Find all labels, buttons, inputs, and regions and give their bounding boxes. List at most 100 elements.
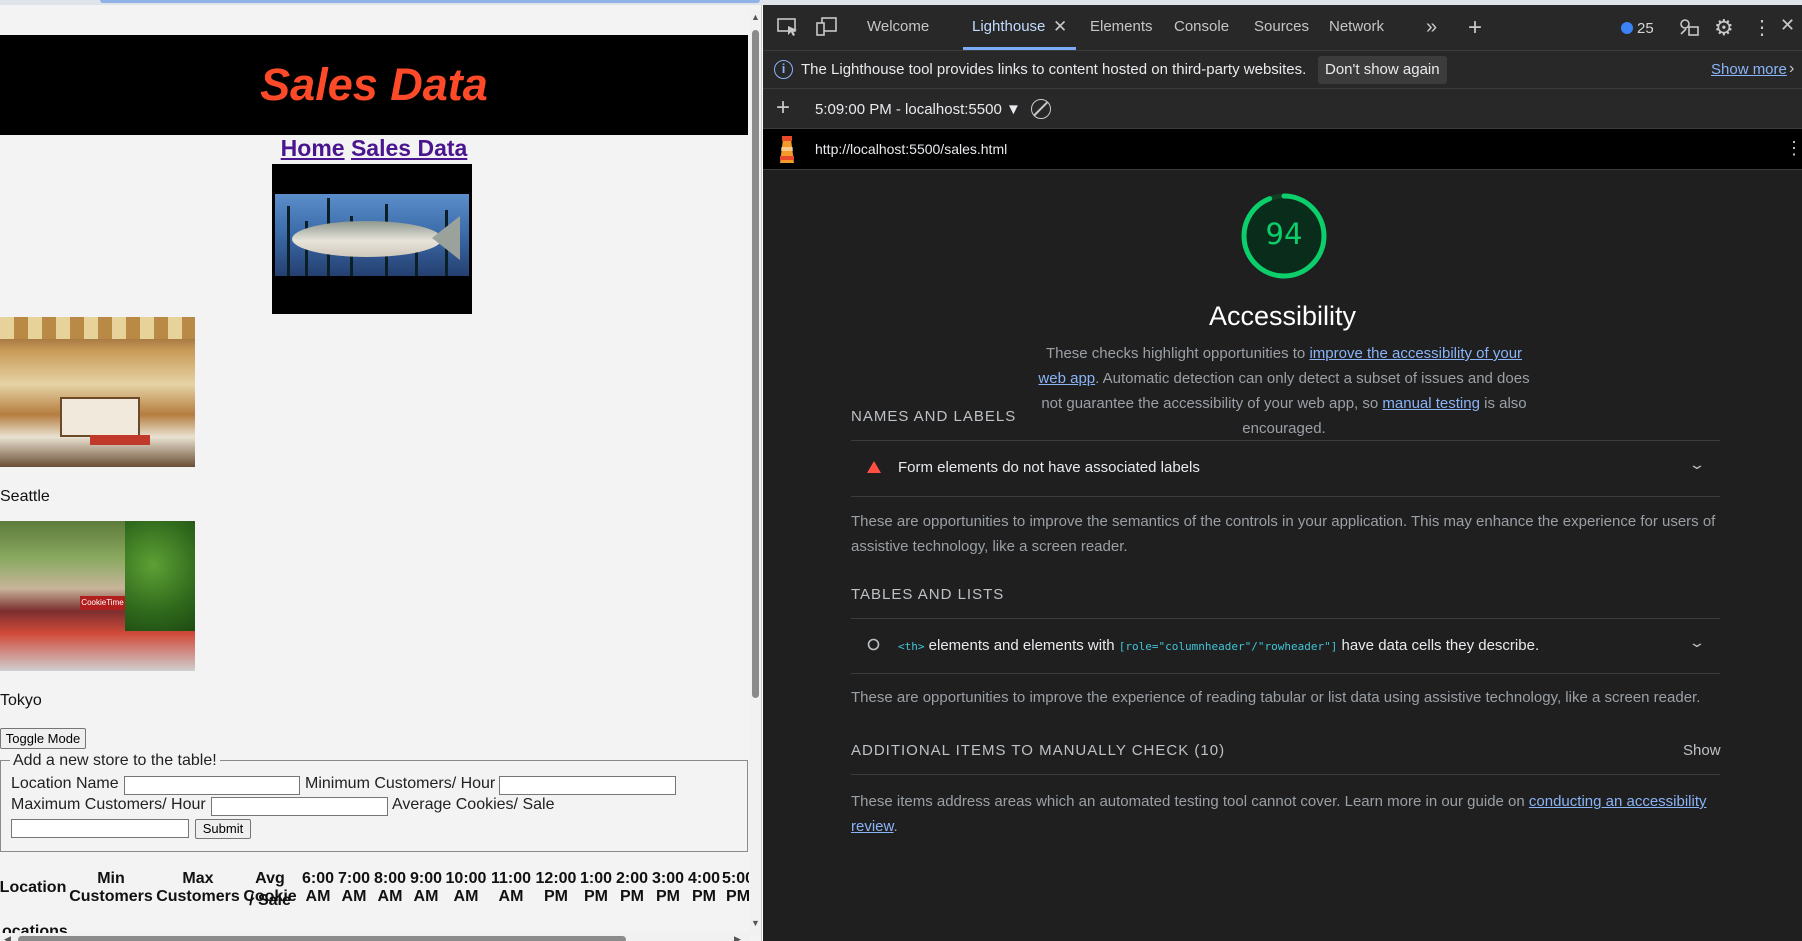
customize-icon[interactable] (1678, 17, 1700, 42)
table-header-cell: 8:00 AM (373, 870, 407, 905)
scroll-right-icon[interactable]: ▶ (734, 934, 741, 941)
report-menu-icon[interactable]: ⋮ (1785, 138, 1802, 159)
group-description: These items address areas which an autom… (851, 793, 1707, 835)
table-header-cell-line2: / Sale (249, 892, 291, 909)
category-title: Accessibility (1208, 301, 1357, 331)
fail-triangle-icon (867, 461, 881, 473)
tab-welcome[interactable]: Welcome (867, 18, 929, 35)
horizontal-scrollbar[interactable]: ◀ ▶ (0, 933, 749, 941)
report-url-bar: http://localhost:5500/sales.html ⋮ (763, 129, 1802, 170)
chevron-down-icon[interactable]: ⌄ (1688, 456, 1706, 473)
report-select[interactable]: 5:09:00 PM - localhost:5500 ▼ (815, 101, 1021, 118)
devtools-panel: Welcome Lighthouse ✕ Elements Console So… (763, 5, 1802, 941)
submit-button[interactable]: Submit (195, 819, 251, 839)
dont-show-again-button[interactable]: Don't show again (1318, 56, 1447, 84)
group-title-tables-lists: TABLES AND LISTS (851, 586, 1005, 603)
lighthouse-report: 94 Accessibility These checks highlight … (763, 170, 1802, 941)
table-header-cell: 9:00 AM (409, 870, 443, 905)
store-awning (0, 317, 195, 339)
close-tab-icon[interactable]: ✕ (1053, 17, 1067, 37)
tab-indicator (100, 0, 760, 3)
audit-form-labels[interactable]: Form elements do not have associated lab… (851, 440, 1720, 496)
nav-sales-link[interactable]: Sales Data (351, 135, 467, 161)
salmon-image (272, 164, 472, 314)
table-header-cell: 11:00 AM (490, 870, 532, 905)
store-sign: CookieTime (80, 596, 125, 610)
lighthouse-logo-icon (780, 136, 794, 163)
scrollbar-thumb[interactable] (18, 936, 626, 941)
display-case (60, 397, 140, 437)
scroll-down-icon[interactable]: ▼ (751, 918, 760, 928)
more-tabs-icon[interactable]: » (1426, 16, 1437, 39)
avg-cookies-label: Average Cookies/ Sale (392, 796, 555, 813)
seattle-store-image (0, 317, 195, 467)
table-header-cell: 3:00 PM (651, 870, 685, 905)
site-nav: Home Sales Data (0, 135, 748, 162)
show-more-link[interactable]: Show more (1711, 61, 1787, 78)
scrollbar-thumb[interactable] (752, 30, 759, 698)
table-row-partial: ocations (2, 923, 68, 933)
audit-title: Form elements do not have associated lab… (898, 459, 1200, 476)
inspect-element-icon[interactable] (777, 17, 799, 42)
reed (287, 206, 290, 276)
table-header-cell: 4:00 PM (687, 870, 721, 905)
report-select-value: 5:09:00 PM - localhost:5500 (815, 101, 1002, 118)
score-value: 94 (1265, 217, 1303, 251)
tree (125, 521, 195, 631)
toggle-mode-button[interactable]: Toggle Mode (0, 728, 86, 749)
min-customers-input[interactable] (499, 776, 676, 795)
info-icon: i (774, 60, 793, 79)
store-caption-seattle: Seattle (0, 488, 50, 505)
tab-lighthouse[interactable]: Lighthouse (972, 18, 1045, 35)
tokyo-store-image: CookieTime (0, 521, 195, 671)
issues-badge[interactable]: 25 (1621, 20, 1654, 37)
active-tab-indicator (963, 47, 1076, 50)
tab-network[interactable]: Network (1329, 18, 1384, 35)
group-title-manual: ADDITIONAL ITEMS TO MANUALLY CHECK (10) (851, 742, 1226, 759)
divider (851, 774, 1720, 775)
divider (851, 496, 1720, 497)
sales-table-header: Location Min Customers Max Customers Avg C… (0, 853, 754, 923)
table-header-cell: Min Customers (69, 870, 153, 905)
chevron-right-icon[interactable]: › (1789, 60, 1794, 78)
location-label: Location Name (11, 775, 119, 792)
issues-count: 25 (1637, 20, 1654, 37)
report-url: http://localhost:5500/sales.html (815, 141, 1008, 157)
table-header-cell: 10:00 AM (445, 870, 487, 905)
nav-home-link[interactable]: Home (281, 135, 345, 161)
info-circle-icon (867, 638, 880, 651)
new-report-icon[interactable]: + (776, 94, 790, 122)
vertical-scrollbar[interactable]: ▲ ▼ (749, 10, 761, 935)
table-header-cell: 2:00 PM (615, 870, 649, 905)
site-title: Sales Data (260, 59, 488, 110)
clear-reports-icon[interactable] (1031, 99, 1051, 119)
table-header-cell: 6:00 AM (301, 870, 335, 905)
fish-body (292, 221, 442, 257)
add-tab-icon[interactable]: + (1468, 14, 1482, 42)
group-title-names-labels: NAMES AND LABELS (851, 408, 1017, 425)
settings-gear-icon[interactable]: ⚙ (1714, 15, 1734, 41)
category-description: These checks highlight opportunities to … (1038, 345, 1530, 437)
table-header-cell: 12:00 PM (535, 870, 577, 905)
show-manual-items-button[interactable]: Show (1683, 742, 1721, 759)
location-name-input[interactable] (124, 776, 300, 795)
table-header-cell: Location (0, 879, 67, 896)
scroll-up-icon[interactable]: ▲ (751, 12, 760, 22)
chevron-down-icon[interactable]: ⌄ (1688, 634, 1706, 651)
audit-th-data-cells[interactable]: <th> elements and elements with [role="c… (851, 618, 1720, 674)
more-options-icon[interactable]: ⋮ (1752, 15, 1772, 40)
dropdown-arrow-icon: ▼ (1005, 101, 1021, 118)
close-devtools-icon[interactable]: ✕ (1780, 15, 1795, 36)
web-page: Sales Data Home Sales Data Seattle Cooki… (0, 5, 762, 941)
devtools-tab-bar: Welcome Lighthouse ✕ Elements Console So… (763, 5, 1802, 51)
device-toolbar-icon[interactable] (816, 17, 838, 42)
form-legend: Add a new store to the table! (10, 752, 220, 770)
manual-testing-link[interactable]: manual testing (1382, 395, 1480, 412)
avg-cookies-input[interactable] (11, 819, 189, 838)
tab-sources[interactable]: Sources (1254, 18, 1309, 35)
scroll-left-icon[interactable]: ◀ (4, 934, 11, 941)
tab-elements[interactable]: Elements (1090, 18, 1153, 35)
tab-console[interactable]: Console (1174, 18, 1229, 35)
max-customers-input[interactable] (211, 797, 388, 816)
fish-tail (432, 216, 460, 260)
